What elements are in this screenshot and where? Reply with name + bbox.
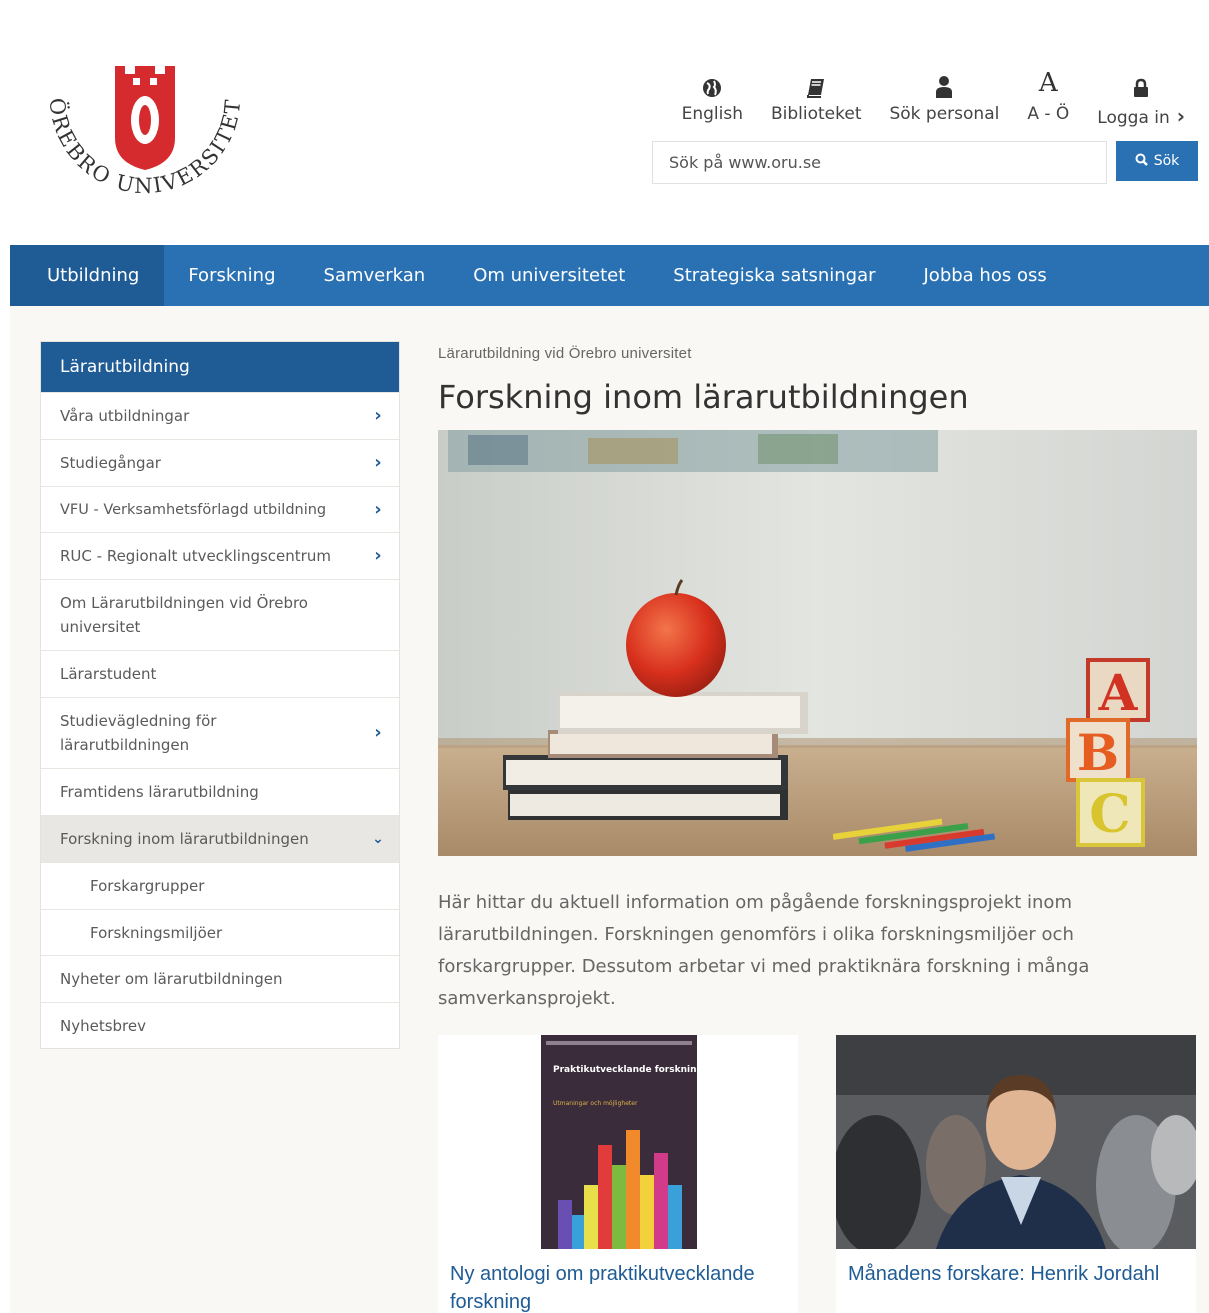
sidebar-item-vara-utbildningar[interactable]: Våra utbildningar › bbox=[41, 392, 399, 439]
sidebar-item-label: Våra utbildningar bbox=[60, 407, 190, 425]
sidebar-item-framtidens[interactable]: Framtidens lärarutbildning bbox=[41, 768, 399, 815]
book-cover-title: Praktikutvecklande forskning mellan skol… bbox=[553, 1065, 798, 1075]
sidebar-item-label: Studievägledning för lärarutbildningen bbox=[60, 712, 217, 754]
page-title: Forskning inom lärarutbildningen bbox=[438, 378, 969, 416]
chevron-right-icon[interactable]: › bbox=[369, 721, 387, 745]
sidebar-item-label: RUC - Regionalt utvecklingscentrum bbox=[60, 547, 331, 565]
sidebar-item-label: Forskargrupper bbox=[90, 877, 205, 895]
nav-utbildning[interactable]: Utbildning bbox=[10, 245, 165, 306]
chevron-right-icon[interactable]: › bbox=[369, 451, 387, 475]
intro-text: Här hittar du aktuell information om påg… bbox=[438, 892, 1090, 1009]
nav-forskning[interactable]: Forskning bbox=[164, 245, 299, 306]
researcher-portrait bbox=[836, 1035, 1196, 1249]
staff-search-label: Sök personal bbox=[889, 104, 1000, 124]
chevron-right-icon[interactable]: › bbox=[369, 498, 387, 522]
chevron-right-icon[interactable]: › bbox=[369, 544, 387, 568]
letter-a-icon: A bbox=[1038, 68, 1058, 98]
person-icon bbox=[935, 68, 953, 98]
staff-search-link[interactable]: Sök personal bbox=[875, 68, 1013, 128]
section-sidebar: Lärarutbildning Våra utbildningar › Stud… bbox=[40, 341, 400, 1049]
nav-om-universitetet[interactable]: Om universitetet bbox=[449, 245, 649, 306]
sidebar-item-label: VFU - Verksamhetsförlagd utbildning bbox=[60, 501, 327, 518]
sidebar-item-ruc[interactable]: RUC - Regionalt utvecklingscentrum › bbox=[41, 532, 399, 579]
site-header: ÖREBRO UNIVERSITET English Biblioteket S… bbox=[0, 0, 1209, 245]
sidebar-item-forskning[interactable]: Forskning inom lärarutbildningen ⌄ bbox=[41, 815, 399, 862]
search-input[interactable] bbox=[652, 141, 1107, 184]
english-label: English bbox=[681, 104, 743, 124]
block-letter: B bbox=[1077, 723, 1119, 782]
chevron-right-icon[interactable]: › bbox=[369, 404, 387, 428]
search-button[interactable]: Sök bbox=[1116, 141, 1198, 181]
login-link[interactable]: Logga in bbox=[1083, 68, 1199, 128]
nav-strategiska-satsningar[interactable]: Strategiska satsningar bbox=[649, 245, 899, 306]
sidebar-item-label: Nyheter om lärarutbildningen bbox=[60, 970, 283, 988]
sidebar-item-label: Forskning inom lärarutbildningen bbox=[60, 830, 309, 848]
book-cover-image: Praktikutvecklande forskning mellan skol… bbox=[438, 1035, 798, 1249]
main-nav: Utbildning Forskning Samverkan Om univer… bbox=[10, 245, 1209, 306]
site-search: Sök bbox=[652, 141, 1198, 184]
library-link[interactable]: Biblioteket bbox=[757, 68, 876, 128]
sidebar-item-label: Om Lärarutbildningen vid Örebro universi… bbox=[60, 594, 308, 636]
svg-text:Praktikutvecklande forskning m: Praktikutvecklande forskning mellan skol… bbox=[553, 1065, 798, 1075]
nav-samverkan[interactable]: Samverkan bbox=[300, 245, 450, 306]
book-cover-subtitle: Utmaningar och möjligheter bbox=[553, 1100, 638, 1107]
sidebar-item-label: Framtidens lärarutbildning bbox=[60, 783, 259, 801]
svg-text:Utmaningar och möjligheter: Utmaningar och möjligheter bbox=[553, 1100, 638, 1107]
search-icon bbox=[1135, 153, 1148, 170]
sidebar-item-studiegangar[interactable]: Studiegångar › bbox=[41, 439, 399, 486]
a-to-o-label: A - Ö bbox=[1027, 104, 1070, 124]
sidebar-item-label: Nyhetsbrev bbox=[60, 1016, 146, 1035]
book-icon bbox=[807, 68, 825, 98]
globe-icon bbox=[702, 68, 722, 98]
lock-icon bbox=[1133, 68, 1149, 98]
search-button-label: Sök bbox=[1153, 153, 1180, 169]
block-letter: A bbox=[1098, 663, 1139, 722]
news-card-manadens-forskare[interactable]: Månadens forskare: Henrik Jordahl bbox=[836, 1035, 1196, 1313]
sidebar-item-forskningsmiljoer[interactable]: Forskningsmiljöer bbox=[41, 909, 399, 955]
login-label: Logga in bbox=[1097, 104, 1185, 128]
sidebar-item-lararstudent[interactable]: Lärarstudent bbox=[41, 650, 399, 697]
nav-jobba-hos-oss[interactable]: Jobba hos oss bbox=[900, 245, 1071, 306]
sidebar-item-forskargrupper[interactable]: Forskargrupper bbox=[41, 862, 399, 909]
sidebar-item-label: Lärarstudent bbox=[60, 665, 157, 683]
sidebar-item-om-lararutbildningen[interactable]: Om Lärarutbildningen vid Örebro universi… bbox=[41, 579, 399, 650]
chevron-down-icon[interactable]: ⌄ bbox=[369, 827, 387, 851]
utility-links: English Biblioteket Sök personal A A - Ö… bbox=[668, 68, 1199, 128]
university-logo[interactable]: ÖREBRO UNIVERSITET bbox=[30, 58, 260, 218]
news-card-title[interactable]: Månadens forskare: Henrik Jordahl bbox=[848, 1260, 1188, 1288]
sidebar-heading[interactable]: Lärarutbildning bbox=[41, 342, 399, 392]
block-letter: C bbox=[1089, 784, 1130, 845]
sidebar-item-nyhetsbrev[interactable]: Nyhetsbrev bbox=[41, 1002, 399, 1048]
news-card-title[interactable]: Ny antologi om praktikutvecklande forskn… bbox=[450, 1260, 790, 1313]
english-link[interactable]: English bbox=[668, 68, 757, 128]
sidebar-item-label: Forskningsmiljöer bbox=[90, 923, 223, 942]
section-label: Lärarutbildning vid Örebro universitet bbox=[438, 345, 692, 362]
sidebar-item-label: Studiegångar bbox=[60, 454, 161, 472]
sidebar-item-vfu[interactable]: VFU - Verksamhetsförlagd utbildning › bbox=[41, 486, 399, 532]
news-card-antologi[interactable]: Praktikutvecklande forskning mellan skol… bbox=[438, 1035, 798, 1313]
a-to-o-link[interactable]: A A - Ö bbox=[1013, 68, 1083, 128]
sidebar-item-studievagledning[interactable]: Studievägledning för lärarutbildningen › bbox=[41, 697, 399, 768]
library-label: Biblioteket bbox=[770, 104, 862, 124]
hero-image: A B C bbox=[438, 430, 1197, 856]
sidebar-item-nyheter[interactable]: Nyheter om lärarutbildningen bbox=[41, 955, 399, 1002]
